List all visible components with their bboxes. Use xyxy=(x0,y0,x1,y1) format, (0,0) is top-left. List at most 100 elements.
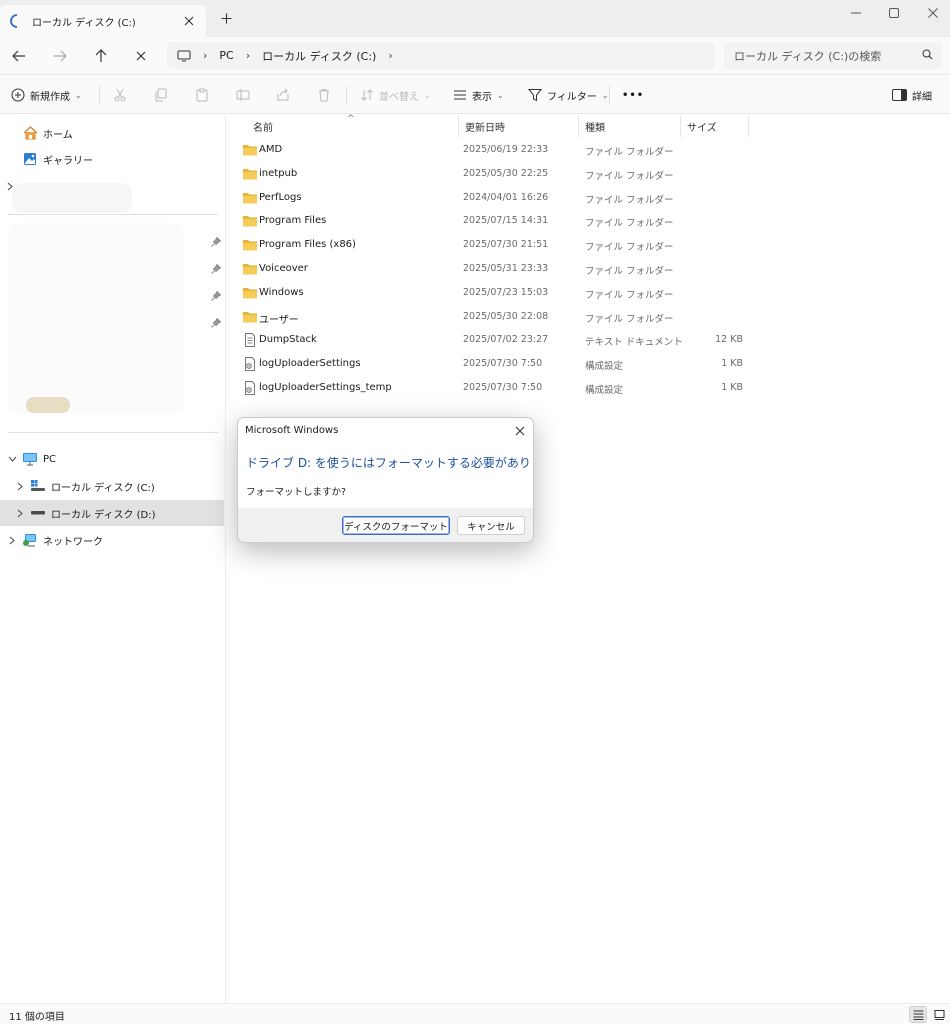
breadcrumb-pc[interactable]: PC xyxy=(219,49,233,62)
sort-label: 並べ替え xyxy=(379,91,419,103)
share-button[interactable] xyxy=(276,85,290,105)
cancel-button[interactable]: キャンセル xyxy=(457,516,525,535)
file-row[interactable]: logUploaderSettings_temp 2025/07/30 7:50 構… xyxy=(237,377,757,400)
format-disk-button[interactable]: ディスクのフォーマット xyxy=(342,516,450,535)
file-type: 構成設定 xyxy=(585,361,624,373)
tab-title: ローカル ディスク (C:) xyxy=(32,17,136,29)
sidebar-item-drive-d[interactable]: ローカル ディスク (D:) xyxy=(0,500,224,526)
file-type: ファイル フォルダー xyxy=(585,266,674,277)
column-header-name[interactable]: 名前 xyxy=(247,115,459,137)
sidebar-item-label: ホーム xyxy=(43,129,73,141)
filter-button[interactable]: フィルター ⌄ xyxy=(528,85,609,105)
dialog-close-icon[interactable] xyxy=(513,424,527,438)
up-button[interactable] xyxy=(89,45,113,67)
file-name: PerfLogs xyxy=(259,191,302,203)
file-name: DumpStack xyxy=(259,334,317,346)
sidebar-item-home[interactable]: ホーム xyxy=(0,120,224,146)
chevron-down-icon[interactable] xyxy=(6,456,18,462)
dialog-title: Microsoft Windows xyxy=(245,425,339,436)
file-date: 2025/05/31 23:33 xyxy=(463,263,549,274)
details-pane-button[interactable]: 詳細 xyxy=(892,85,932,105)
sidebar-item-pc[interactable]: PC xyxy=(0,446,224,472)
view-button[interactable]: 表示 ⌄ xyxy=(453,85,504,105)
trash-icon xyxy=(317,88,331,102)
file-row[interactable]: Windows 2025/07/23 15:03 ファイル フォルダー xyxy=(237,282,757,305)
pin-icon xyxy=(211,237,221,247)
chevron-right-icon[interactable]: › xyxy=(388,49,392,62)
paste-button[interactable] xyxy=(195,85,209,105)
close-tab-icon[interactable] xyxy=(182,14,196,28)
chevron-down-icon: ⌄ xyxy=(75,90,82,100)
copy-button[interactable] xyxy=(154,85,168,105)
search-input[interactable]: ローカル ディスク (C:)の検索 xyxy=(724,42,942,69)
chevron-right-icon[interactable] xyxy=(14,482,26,491)
folder-icon xyxy=(242,214,258,228)
cut-button[interactable] xyxy=(113,85,127,105)
delete-button[interactable] xyxy=(317,85,331,105)
stop-button[interactable] xyxy=(129,45,153,67)
file-row[interactable]: AMD 2025/06/19 22:33 ファイル フォルダー xyxy=(237,139,757,162)
folder-icon xyxy=(242,310,258,324)
plus-circle-icon xyxy=(11,88,25,102)
column-header-type[interactable]: 種類 xyxy=(579,115,681,137)
file-row[interactable]: Program Files 2025/07/15 14:31 ファイル フォルダー xyxy=(237,210,757,233)
column-header-size[interactable]: サイズ xyxy=(681,115,749,137)
chevron-right-icon[interactable] xyxy=(6,536,18,545)
file-size: 1 KB xyxy=(721,358,743,370)
sort-button[interactable]: 並べ替え ⌄ xyxy=(360,85,431,105)
file-name: Voiceover xyxy=(259,263,308,274)
breadcrumb-drive-c[interactable]: ローカル ディスク (C:) xyxy=(262,48,376,64)
title-bar: ローカル ディスク (C:) xyxy=(0,0,950,37)
close-window-button[interactable] xyxy=(920,4,946,22)
format-dialog: Microsoft Windows ドライブ D: を使うにはフォーマットする必… xyxy=(237,417,534,543)
file-name: Program Files (x86) xyxy=(259,239,356,251)
rename-button[interactable] xyxy=(236,85,250,105)
dialog-message: フォーマットしますか? xyxy=(246,487,347,498)
filter-label: フィルター xyxy=(547,91,597,103)
large-icons-view-button[interactable] xyxy=(930,1006,948,1023)
back-button[interactable] xyxy=(7,45,31,67)
file-date: 2024/04/01 16:26 xyxy=(463,191,549,203)
sidebar-item-label: ローカル ディスク (C:) xyxy=(51,482,155,494)
new-tab-button[interactable] xyxy=(218,10,234,26)
pin-icon xyxy=(211,318,221,328)
file-row[interactable]: inetpub 2025/05/30 22:25 ファイル フォルダー xyxy=(237,163,757,186)
column-header-date[interactable]: 更新日時 xyxy=(459,115,579,137)
file-date: 2025/07/23 15:03 xyxy=(463,286,549,298)
file-name: inetpub xyxy=(259,167,298,179)
details-pane-icon xyxy=(892,89,907,101)
sidebar-item-gallery[interactable]: ギャラリー xyxy=(0,146,224,172)
minimize-button[interactable] xyxy=(843,4,869,22)
forward-button[interactable] xyxy=(48,45,72,67)
chevron-right-icon[interactable]: › xyxy=(203,49,207,62)
new-button[interactable]: 新規作成 ⌄ xyxy=(11,85,82,105)
file-name: logUploaderSettings_temp xyxy=(259,382,392,393)
file-row[interactable]: ユーザー 2025/05/30 22:08 ファイル フォルダー xyxy=(237,306,757,329)
file-row[interactable]: PerfLogs 2024/04/01 16:26 ファイル フォルダー xyxy=(237,187,757,210)
file-row[interactable]: logUploaderSettings 2025/07/30 7:50 構成設定 1 … xyxy=(237,353,757,376)
dialog-titlebar: Microsoft Windows xyxy=(238,418,533,444)
search-placeholder: ローカル ディスク (C:)の検索 xyxy=(734,49,882,63)
sidebar-item-drive-c[interactable]: ローカル ディスク (C:) xyxy=(0,473,224,499)
text-file-icon xyxy=(242,333,258,348)
file-row[interactable]: DumpStack 2025/07/02 23:27 テキスト ドキュメント 12 K… xyxy=(237,329,757,352)
sidebar-item-label: ローカル ディスク (D:) xyxy=(51,509,156,521)
chevron-down-icon: ⌄ xyxy=(424,90,431,100)
chevron-right-icon[interactable] xyxy=(14,509,26,518)
folder-icon xyxy=(242,238,258,252)
view-label: 表示 xyxy=(472,91,492,103)
file-row[interactable]: Program Files (x86) 2025/07/30 21:51 ファイル … xyxy=(237,234,757,257)
file-date: 2025/07/30 21:51 xyxy=(463,239,549,251)
maximize-button[interactable] xyxy=(881,4,907,22)
file-type: ファイル フォルダー xyxy=(585,313,674,325)
search-icon xyxy=(922,49,933,60)
chevron-right-icon[interactable]: › xyxy=(246,49,250,62)
file-list: ^ 名前 更新日時 種類 サイズ AMD 2025/06/19 22:33 ファイル… xyxy=(227,114,950,1003)
sidebar-item-network[interactable]: ネットワーク xyxy=(0,527,224,553)
tab-local-disk-c[interactable]: ローカル ディスク (C:) xyxy=(0,5,206,37)
details-view-button[interactable] xyxy=(909,1006,927,1023)
file-name: logUploaderSettings xyxy=(259,358,361,370)
breadcrumb[interactable]: › PC › ローカル ディスク (C:) › xyxy=(167,42,715,69)
file-row[interactable]: Voiceover 2025/05/31 23:33 ファイル フォルダー xyxy=(237,258,757,281)
more-options-button[interactable]: ••• xyxy=(622,85,644,105)
